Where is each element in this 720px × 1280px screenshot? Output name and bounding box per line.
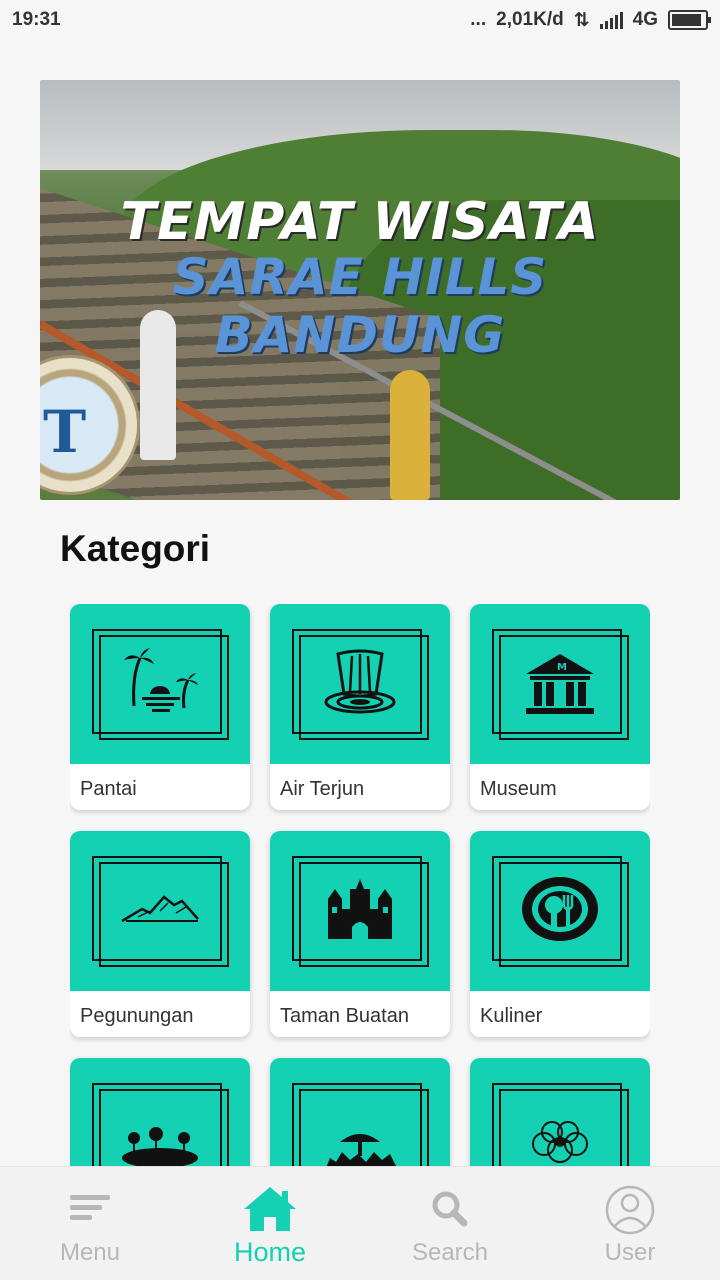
category-card-flower[interactable] — [470, 1058, 650, 1166]
category-card-lake[interactable] — [70, 1058, 250, 1166]
category-label: Taman Buatan — [280, 1005, 409, 1027]
nav-item-home[interactable]: Home — [180, 1167, 360, 1280]
category-label: Pegunungan — [80, 1005, 194, 1027]
nav-item-search[interactable]: Search — [360, 1167, 540, 1280]
category-card-pantai[interactable]: Pantai — [70, 604, 250, 810]
search-icon — [432, 1191, 468, 1227]
museum-icon: M — [526, 654, 594, 714]
nav-item-menu[interactable]: Menu — [0, 1167, 180, 1280]
category-label: Museum — [480, 778, 557, 800]
user-icon — [605, 1185, 655, 1235]
status-bar: 19:31 ... 2,01K/d ⇅ 4G — [0, 0, 720, 40]
category-thumb — [470, 1058, 650, 1166]
category-card-pegunungan[interactable]: Pegunungan — [70, 831, 250, 1037]
nav-label-menu: Menu — [59, 1239, 121, 1266]
network-speed: 2,01K/d — [496, 9, 564, 30]
waterfall-icon — [324, 649, 396, 714]
svg-text:M: M — [557, 662, 567, 673]
banner-carousel[interactable]: T TEMPAT WISATA SARAE HILLS BANDUNG — [40, 80, 680, 500]
nav-label-user: User — [604, 1239, 656, 1266]
category-thumb: M — [470, 604, 650, 764]
category-card-air-terjun[interactable]: Air Terjun — [270, 604, 450, 810]
data-transfer-icon: ⇅ — [573, 9, 590, 31]
category-label: Pantai — [80, 778, 137, 800]
signal-icon — [599, 11, 623, 29]
nav-label-search: Search — [411, 1239, 489, 1266]
category-label: Air Terjun — [280, 778, 365, 800]
bottom-navigation: Menu Home Search User — [0, 1166, 720, 1280]
restaurant-icon — [522, 877, 598, 941]
battery-icon — [668, 10, 711, 30]
status-icons: ... 2,01K/d ⇅ 4G — [470, 9, 711, 32]
overflow-dots: ... — [470, 9, 487, 30]
network-type: 4G — [632, 9, 658, 30]
section-title: Kategori — [60, 528, 211, 569]
category-card-museum[interactable]: M Museum — [470, 604, 650, 810]
nav-label-home: Home — [233, 1237, 307, 1267]
category-grid: Pantai Air Terjun M Museum Pegunungan Ta… — [70, 604, 650, 1166]
flower-icon — [532, 1121, 588, 1163]
home-icon — [244, 1187, 296, 1231]
category-thumb — [70, 831, 250, 991]
category-thumb — [270, 831, 450, 991]
category-card-wildlife[interactable] — [270, 1058, 450, 1166]
category-thumb — [470, 831, 650, 991]
mountain-icon — [121, 895, 199, 923]
banner-title-line1: TEMPAT WISATA — [120, 192, 600, 252]
banner-title-line2: SARAE HILLS BANDUNG — [172, 248, 548, 364]
menu-icon — [70, 1195, 110, 1220]
wildlife-icon — [326, 1134, 396, 1166]
category-label: Kuliner — [480, 1005, 543, 1027]
castle-icon — [328, 879, 392, 939]
category-thumb — [270, 1058, 450, 1166]
category-thumb — [70, 1058, 250, 1166]
nav-item-user[interactable]: User — [540, 1167, 720, 1280]
category-card-taman-buatan[interactable]: Taman Buatan — [270, 831, 450, 1037]
category-thumb — [270, 604, 450, 764]
badge-letter: T — [43, 398, 87, 466]
palm-beach-icon — [124, 648, 198, 712]
status-time: 19:31 — [12, 9, 61, 30]
category-card-kuliner[interactable]: Kuliner — [470, 831, 650, 1037]
banner-person — [390, 370, 430, 500]
lake-trees-icon — [122, 1127, 198, 1166]
category-thumb — [70, 604, 250, 764]
